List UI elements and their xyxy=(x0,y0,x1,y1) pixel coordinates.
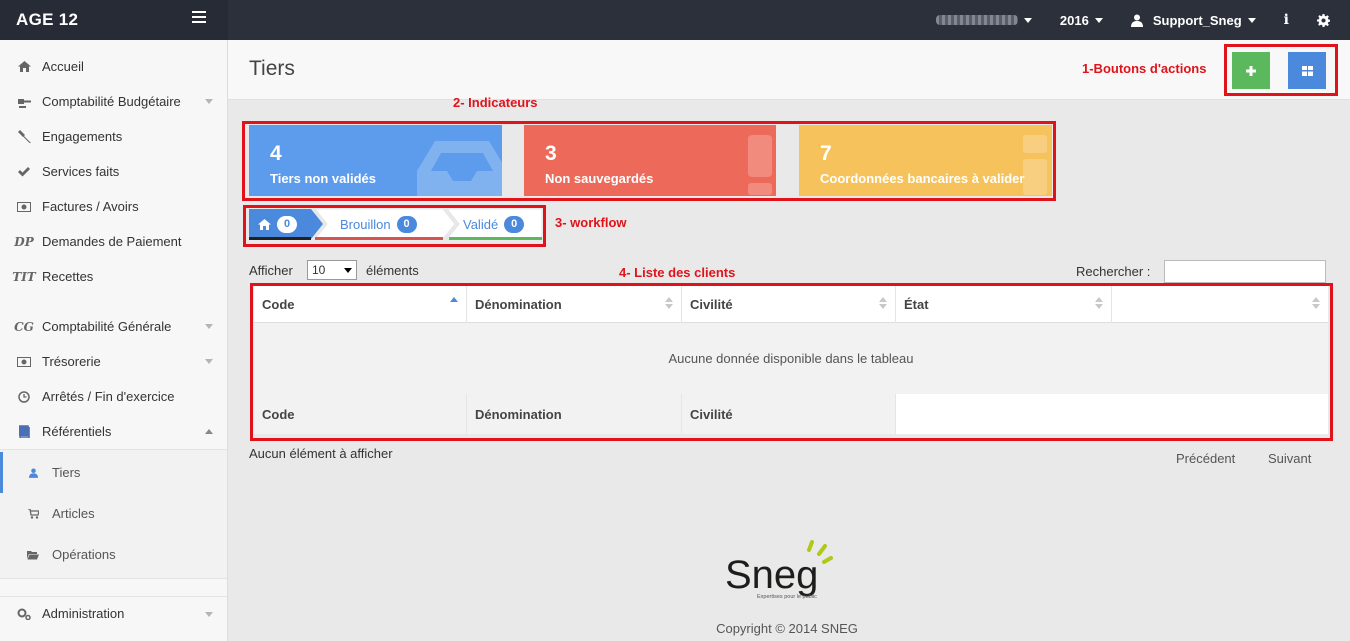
year-label: 2016 xyxy=(1059,12,1089,28)
workflow-count-badge: 0 xyxy=(504,216,525,233)
indicator-coordonnees-bancaires[interactable]: 7 Coordonnées bancaires à valider xyxy=(799,125,1052,196)
annotation-list: 4- Liste des clients xyxy=(619,265,736,280)
dp-icon: DP xyxy=(14,234,34,249)
clock-icon xyxy=(14,390,34,403)
search-label: Rechercher : xyxy=(1076,264,1151,279)
blurred-organization-name xyxy=(935,15,1018,25)
caret-down-icon xyxy=(205,612,213,617)
sidebar-item-arretes-fin-exercice[interactable]: Arrêtés / Fin d'exercice xyxy=(0,379,227,414)
chevron-down-icon xyxy=(344,268,352,273)
sidebar-item-factures-avoirs[interactable]: Factures / Avoirs xyxy=(0,189,227,224)
annotation-indicators: 2- Indicateurs xyxy=(453,95,538,110)
exclamation-icon xyxy=(748,135,772,195)
year-dropdown[interactable]: 2016 xyxy=(1046,0,1117,40)
sidebar-subitem-operations[interactable]: Opérations xyxy=(0,534,227,575)
sidebar-item-referentiels[interactable]: Référentiels xyxy=(0,414,227,449)
grid-view-button[interactable] xyxy=(1288,52,1326,89)
sidebar-item-demandes-de-paiement[interactable]: DP Demandes de Paiement xyxy=(0,224,227,259)
sneg-logo-graphic: Sneg Expertises pour le public xyxy=(725,540,833,600)
sidebar-item-tresorerie[interactable]: Trésorerie xyxy=(0,344,227,379)
book-icon xyxy=(14,425,34,438)
home-icon xyxy=(258,219,271,230)
folder-open-icon xyxy=(26,550,40,560)
workflow-step-valide[interactable]: Validé 0 xyxy=(463,211,525,238)
gavel-icon xyxy=(14,96,34,108)
hammer-icon xyxy=(14,130,34,143)
logo-wordmark: Sneg xyxy=(725,553,818,597)
inbox-icon xyxy=(417,141,502,196)
annotation-workflow: 3- workflow xyxy=(555,215,627,230)
cart-icon xyxy=(26,508,40,519)
cg-icon: CG xyxy=(14,319,34,334)
info-icon xyxy=(1023,135,1047,195)
page-length-select[interactable]: 10 xyxy=(307,260,357,280)
home-icon xyxy=(14,61,34,72)
indicator-tiers-non-valides[interactable]: 4 Tiers non validés xyxy=(249,125,502,196)
gear-icon xyxy=(1317,13,1330,27)
next-page-button[interactable]: Suivant xyxy=(1268,451,1311,466)
check-icon xyxy=(14,166,34,177)
tit-icon: TIT xyxy=(12,269,36,284)
main-content: Tiers 1-Boutons d'actions 2- Indicateurs… xyxy=(228,40,1350,641)
previous-page-button[interactable]: Précédent xyxy=(1176,451,1235,466)
brand: AGE 12 xyxy=(0,0,228,40)
sidebar-subitem-tiers[interactable]: Tiers xyxy=(0,452,227,493)
page-header: Tiers 1-Boutons d'actions xyxy=(228,40,1350,100)
settings-button[interactable] xyxy=(1303,0,1350,40)
submenu-referentiels: Tiers Articles Opérations xyxy=(0,449,227,579)
annotation-box-list xyxy=(250,283,1333,441)
money-icon xyxy=(14,356,34,367)
info-icon: i xyxy=(1283,12,1289,28)
annotation-actions: 1-Boutons d'actions xyxy=(1082,61,1207,76)
top-navbar: AGE 12 2016 Support_Sneg i xyxy=(0,0,1350,40)
caret-down-icon xyxy=(1094,17,1103,23)
sidebar-item-services-faits[interactable]: Services faits xyxy=(0,154,227,189)
app-title[interactable]: AGE 12 xyxy=(16,10,78,30)
sidebar-subitem-articles[interactable]: Articles xyxy=(0,493,227,534)
add-button[interactable] xyxy=(1232,52,1270,89)
organization-dropdown[interactable] xyxy=(922,0,1046,40)
indicator-non-sauvegardes[interactable]: 3 Non sauvegardés xyxy=(524,125,776,196)
sidebar-item-administration[interactable]: Administration xyxy=(0,596,227,630)
info-button[interactable]: i xyxy=(1270,0,1303,40)
workflow-count-badge: 0 xyxy=(396,216,417,233)
sidebar: Accueil Comptabilité Budgétaire Engageme… xyxy=(0,40,228,641)
sidebar-item-recettes[interactable]: TIT Recettes xyxy=(0,259,227,294)
workflow-step-brouillon[interactable]: Brouillon 0 xyxy=(340,211,417,238)
sneg-logo: Sneg Expertises pour le public xyxy=(723,540,853,605)
money-icon xyxy=(14,201,34,212)
workflow-count-badge: 0 xyxy=(277,216,297,233)
caret-down-icon xyxy=(205,99,213,104)
page-title: Tiers xyxy=(249,57,295,80)
caret-up-icon xyxy=(205,429,213,434)
table-info: Aucun élément à afficher xyxy=(249,446,393,461)
search-input[interactable] xyxy=(1164,260,1326,283)
caret-down-icon xyxy=(205,359,213,364)
sidebar-item-accueil[interactable]: Accueil xyxy=(0,49,227,84)
length-label-suffix: éléments xyxy=(366,263,419,278)
caret-down-icon xyxy=(1023,17,1032,23)
cogs-icon xyxy=(14,608,34,620)
user-icon xyxy=(1130,14,1143,27)
user-name: Support_Sneg xyxy=(1152,12,1242,28)
caret-down-icon xyxy=(1247,17,1256,23)
plus-icon xyxy=(1246,65,1256,76)
navbar-right: 2016 Support_Sneg i xyxy=(922,0,1350,40)
user-dropdown[interactable]: Support_Sneg xyxy=(1117,0,1270,40)
copyright: Copyright © 2014 SNEG xyxy=(716,621,858,636)
menu-toggle-icon[interactable] xyxy=(188,8,210,30)
sidebar-item-engagements[interactable]: Engagements xyxy=(0,119,227,154)
caret-down-icon xyxy=(205,324,213,329)
grid-icon xyxy=(1301,65,1313,76)
length-label-prefix: Afficher xyxy=(249,263,293,278)
sidebar-item-comptabilite-generale[interactable]: CG Comptabilité Générale xyxy=(0,309,227,344)
sidebar-item-comptabilite-budgetaire[interactable]: Comptabilité Budgétaire xyxy=(0,84,227,119)
user-icon xyxy=(26,468,40,478)
workflow-step-all[interactable]: 0 xyxy=(258,211,297,238)
logo-tagline: Expertises pour le public xyxy=(757,594,817,600)
